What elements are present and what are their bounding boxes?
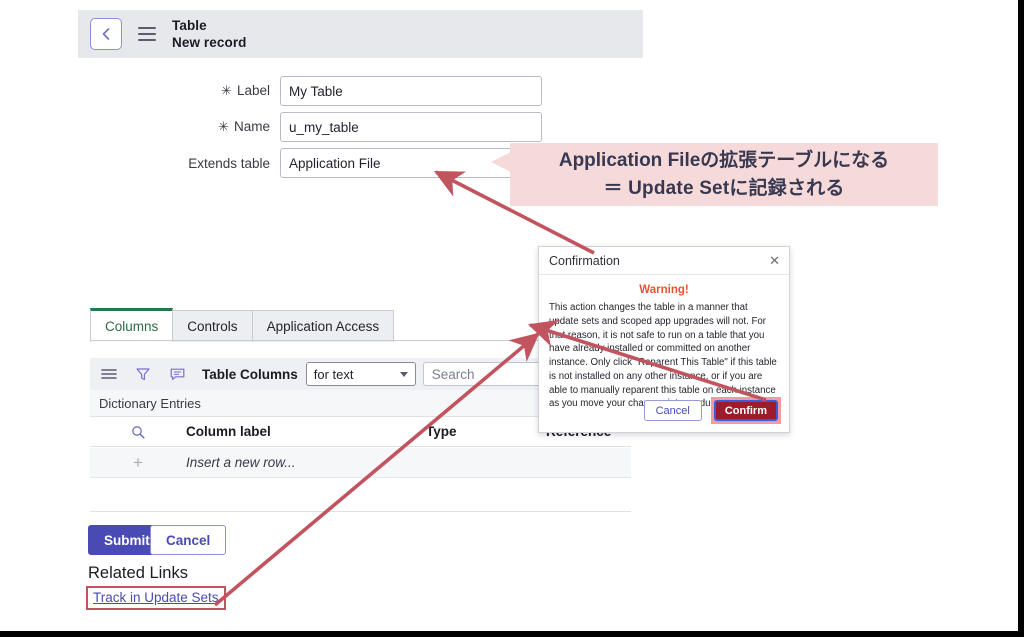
required-asterisk-icon: ✳ (221, 83, 232, 98)
dialog-cancel-button[interactable]: Cancel (644, 400, 702, 421)
plus-icon[interactable]: + (90, 453, 186, 473)
table-row[interactable]: + Insert a new row... (90, 448, 631, 478)
for-text-select-value: for text (314, 367, 354, 382)
confirmation-dialog: Confirmation ✕ Warning! This action chan… (538, 246, 790, 433)
field-label-label: ✳Label (160, 83, 280, 99)
back-button[interactable] (90, 18, 122, 50)
list-title: Table Columns (202, 367, 298, 382)
dialog-confirm-button[interactable]: Confirm (714, 400, 778, 421)
for-text-select[interactable]: for text (306, 362, 416, 386)
tab-application-access[interactable]: Application Access (252, 310, 395, 342)
dialog-title: Confirmation (549, 254, 620, 268)
tab-columns[interactable]: Columns (90, 308, 173, 342)
callout-line-2: ＝ Update Setに記録される (603, 175, 844, 203)
column-header-type[interactable]: Type (426, 424, 546, 439)
field-label-extends-table: Extends table (160, 156, 280, 171)
tab-bar: Columns Controls Application Access (90, 308, 393, 342)
tab-controls[interactable]: Controls (172, 310, 252, 342)
label-input[interactable]: My Table (280, 76, 542, 106)
list-menu-icon[interactable] (100, 368, 118, 380)
related-links-heading: Related Links (88, 564, 188, 583)
callout-pointer (491, 152, 511, 172)
form-row-label: ✳Label My Table (160, 76, 542, 106)
dialog-footer: Cancel Confirm (539, 397, 789, 424)
chevron-left-icon (100, 27, 112, 41)
hamburger-icon[interactable] (138, 27, 156, 41)
table-empty-area (90, 478, 631, 512)
screenshot-canvas: Table New record ✳Label My Table ✳Name u… (0, 0, 1024, 637)
page-subtitle: New record (172, 34, 247, 51)
dialog-body-text: This action changes the table in a manne… (539, 296, 789, 411)
required-asterisk-icon: ✳ (218, 119, 229, 134)
dialog-confirm-highlight: Confirm (711, 397, 781, 424)
cancel-button[interactable]: Cancel (150, 525, 226, 555)
dialog-warning-label: Warning! (539, 284, 789, 296)
record-title-group: Table New record (172, 17, 247, 52)
annotation-callout: Application Fileの拡張テーブルになる ＝ Update Setに… (510, 143, 938, 206)
close-icon[interactable]: ✕ (769, 254, 780, 267)
column-header-column-label[interactable]: Column label (186, 424, 426, 439)
dialog-header: Confirmation ✕ (539, 247, 789, 275)
speech-bubble-icon[interactable] (168, 368, 186, 381)
field-label-name: ✳Name (160, 119, 280, 135)
track-in-update-sets-link[interactable]: Track in Update Sets (93, 590, 219, 605)
record-header-bar: Table New record (78, 10, 643, 58)
form-row-extends-table: Extends table Application File (160, 148, 542, 178)
funnel-icon[interactable] (134, 367, 152, 381)
name-input[interactable]: u_my_table (280, 112, 542, 142)
insert-new-row-label: Insert a new row... (186, 455, 426, 470)
track-in-update-sets-highlight: Track in Update Sets (86, 586, 226, 610)
page-title: Table (172, 17, 247, 34)
callout-line-1: Application Fileの拡張テーブルになる (559, 147, 889, 175)
form-row-name: ✳Name u_my_table (160, 112, 542, 142)
magnifier-icon[interactable] (90, 425, 186, 439)
chevron-down-icon (400, 372, 408, 377)
